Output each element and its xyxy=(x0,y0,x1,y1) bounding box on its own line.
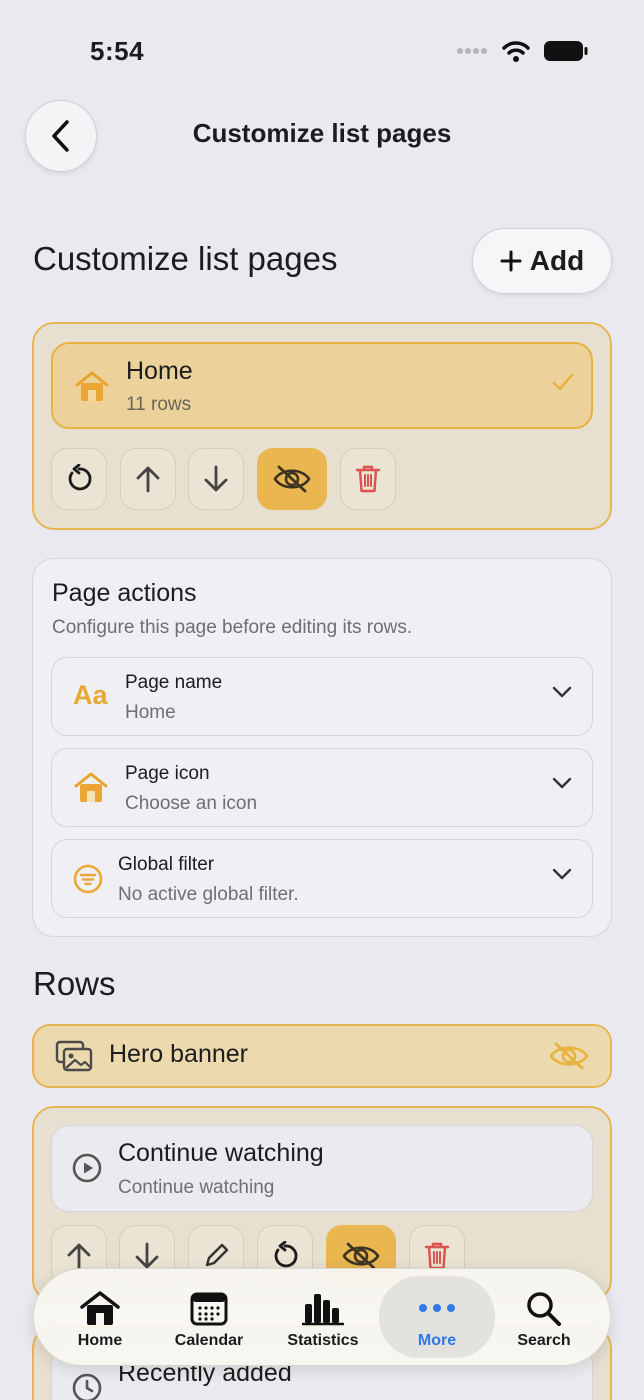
continue-watching-title: Continue watching xyxy=(118,1139,324,1167)
add-button[interactable]: Add xyxy=(472,228,612,294)
global-filter-row[interactable]: Global filter No active global filter. xyxy=(51,839,593,918)
tab-more-label: More xyxy=(417,1332,457,1349)
magnifier-icon xyxy=(527,1292,561,1326)
tab-search-label: Search xyxy=(517,1332,571,1349)
nav-title: Customize list pages xyxy=(192,118,452,148)
page-actions-title: Page actions xyxy=(52,579,197,607)
reset-icon xyxy=(274,1241,298,1268)
ellipsis-icon xyxy=(419,1304,455,1312)
tab-statistics-label: Statistics xyxy=(287,1332,359,1349)
page-actions-subtitle: Configure this page before editing its r… xyxy=(52,617,413,638)
tab-calendar-label: Calendar xyxy=(174,1332,244,1349)
delete-button[interactable] xyxy=(340,448,396,510)
chevron-down-icon xyxy=(552,868,572,880)
page-icon-label: Page icon xyxy=(125,763,210,784)
play-circle-icon xyxy=(72,1153,102,1183)
rows-title: Rows xyxy=(33,965,116,1002)
house-icon xyxy=(80,1291,120,1325)
eye-slash-icon xyxy=(342,1242,380,1270)
section-title: Customize list pages xyxy=(33,240,338,277)
clock-icon xyxy=(72,1373,102,1400)
tab-more[interactable]: More xyxy=(379,1276,495,1358)
status-icons xyxy=(456,40,588,62)
move-down-button[interactable] xyxy=(188,448,244,510)
arrow-up-icon xyxy=(67,1243,91,1270)
trash-icon xyxy=(355,465,381,493)
page-name-label: Page name xyxy=(125,672,223,693)
hero-banner-label: Hero banner xyxy=(109,1040,248,1068)
pencil-icon xyxy=(205,1243,229,1267)
reset-icon xyxy=(68,464,92,491)
tab-home-label: Home xyxy=(77,1332,123,1349)
trash-icon xyxy=(424,1242,450,1270)
battery-icon xyxy=(544,41,588,61)
house-icon xyxy=(74,772,108,802)
page-name-row[interactable]: Aa Page name Home xyxy=(51,657,593,736)
arrow-up-icon xyxy=(136,466,160,493)
global-filter-label: Global filter xyxy=(118,854,215,875)
tab-calendar[interactable]: Calendar xyxy=(154,1276,264,1358)
chevron-down-icon xyxy=(552,777,572,789)
plus-icon xyxy=(500,250,522,272)
hide-toggle-button[interactable] xyxy=(257,448,327,510)
tab-home[interactable]: Home xyxy=(45,1276,155,1358)
house-icon xyxy=(74,370,110,402)
status-time: 5:54 xyxy=(90,36,145,66)
continue-watching-subtitle: Continue watching xyxy=(118,1177,275,1198)
page-icon-value: Choose an icon xyxy=(125,793,258,814)
page-icon-row[interactable]: Page icon Choose an icon xyxy=(51,748,593,827)
filter-circle-icon xyxy=(73,864,103,894)
page-name-value: Home xyxy=(125,702,176,723)
global-filter-value: No active global filter. xyxy=(118,884,299,905)
tab-search[interactable]: Search xyxy=(489,1276,599,1358)
eye-slash-icon[interactable] xyxy=(548,1042,590,1070)
eye-slash-icon xyxy=(273,465,311,493)
bar-chart-icon xyxy=(302,1294,344,1326)
text-aa-icon: Aa xyxy=(73,680,108,710)
calendar-icon xyxy=(190,1292,228,1326)
add-button-label: Add xyxy=(529,245,585,276)
signal-dots-icon xyxy=(457,48,487,54)
page-item-title: Home xyxy=(126,357,193,385)
reset-button[interactable] xyxy=(51,448,107,510)
checkmark-icon xyxy=(552,372,574,392)
move-up-button[interactable] xyxy=(120,448,176,510)
tab-statistics[interactable]: Statistics xyxy=(268,1276,378,1358)
arrow-down-icon xyxy=(204,465,228,492)
wifi-icon xyxy=(502,41,530,62)
chevron-down-icon xyxy=(552,686,572,698)
photos-icon xyxy=(55,1040,93,1072)
page-item-rows-count: 11 rows xyxy=(126,394,192,415)
arrow-down-icon xyxy=(135,1242,159,1269)
